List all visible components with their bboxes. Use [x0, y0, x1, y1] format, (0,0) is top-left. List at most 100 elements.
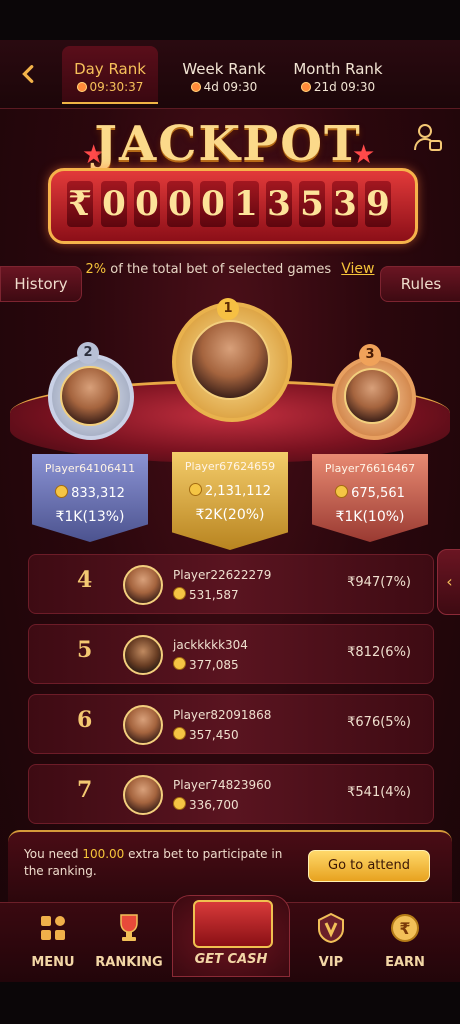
ranking-row[interactable]: 7 Player74823960 336,700 ₹541(4%) [28, 764, 434, 824]
rank-badge: 3 [359, 344, 381, 366]
currency-symbol: ₹ [67, 181, 93, 227]
player-name: Player67624659 [184, 460, 276, 473]
tab-label: Day Rank [74, 60, 146, 78]
bottom-nav: MENU RANKING GET CASH VIP ₹ EARN [0, 895, 460, 982]
player-prize: ₹676(5%) [347, 715, 411, 730]
chevron-left-icon [22, 65, 34, 83]
treasure-chest-icon [193, 900, 273, 948]
player-name: jackkkkk304 [173, 638, 248, 652]
tab-label: Month Rank [293, 60, 383, 78]
rank-badge: 2 [77, 342, 99, 364]
menu-grid-icon [41, 916, 65, 940]
nav-label: RANKING [95, 955, 163, 970]
notice-amount: 100.00 [82, 847, 125, 861]
jackpot-digit: 0 [167, 181, 193, 227]
app-frame: Day Rank 09:30:37 Week Rank 4d 09:30 Mon… [0, 40, 460, 982]
avatar [123, 775, 163, 815]
coin-icon [335, 485, 349, 498]
jackpot-counter: ₹ 0 0 0 0 1 3 5 3 9 [48, 168, 418, 244]
clock-icon [76, 82, 87, 92]
jackpot-digit: 1 [233, 181, 259, 227]
player-prize: ₹947(7%) [347, 575, 411, 590]
rank-badge: 1 [217, 298, 239, 320]
rules-button[interactable]: Rules [380, 266, 460, 302]
participation-notice: You need 100.00 extra bet to participate… [8, 830, 452, 902]
tab-month-rank[interactable]: Month Rank 21d 09:30 [286, 46, 390, 102]
nav-label: GET CASH [194, 952, 268, 967]
player-name: Player64106411 [44, 462, 136, 475]
player-prize: ₹1K(13%) [55, 509, 125, 525]
player-coins: 336,700 [173, 797, 239, 812]
coins-value: 833,312 [71, 486, 125, 501]
info-text: of the total bet of selected games [110, 262, 332, 277]
jackpot-title: JACKPOT [94, 116, 362, 172]
go-to-attend-button[interactable]: Go to attend [308, 850, 430, 882]
notice-prefix: You need [24, 847, 79, 861]
jackpot-digit: 0 [200, 181, 226, 227]
jackpot-digit: 9 [365, 181, 391, 227]
svg-text:₹: ₹ [399, 919, 410, 938]
player-coins: 675,561 [312, 485, 428, 501]
player-coins: 531,587 [173, 587, 239, 602]
podium-card-1[interactable]: Player67624659 2,131,112 ₹2K(20%) [172, 452, 288, 550]
jackpot-digit: 5 [299, 181, 325, 227]
player-name: Player74823960 [173, 778, 272, 792]
avatar [123, 705, 163, 745]
avatar [123, 635, 163, 675]
nav-vip[interactable]: VIP [296, 911, 366, 970]
player-name: Player76616467 [324, 462, 416, 475]
nav-earn[interactable]: ₹ EARN [370, 911, 440, 970]
player-prize: ₹812(6%) [347, 645, 411, 660]
vip-shield-icon [318, 912, 344, 944]
rank-tabs-bar: Day Rank 09:30:37 Week Rank 4d 09:30 Mon… [0, 40, 460, 109]
user-settings-icon[interactable] [412, 122, 444, 154]
tab-day-rank[interactable]: Day Rank 09:30:37 [62, 46, 158, 104]
timer-text: 21d 09:30 [313, 80, 376, 94]
nav-label: EARN [385, 955, 425, 970]
avatar [190, 320, 270, 400]
rank-number: 5 [77, 637, 93, 663]
timer-text: 4d 09:30 [203, 80, 258, 94]
player-prize: ₹1K(10%) [335, 509, 405, 525]
player-coins: 377,085 [173, 657, 239, 672]
ranking-row[interactable]: 5 jackkkkk304 377,085 ₹812(6%) [28, 624, 434, 684]
jackpot-digit: 0 [134, 181, 160, 227]
player-name: Player82091868 [173, 708, 272, 722]
coins-value: 336,700 [189, 798, 239, 812]
clock-icon [300, 82, 311, 92]
ranking-row[interactable]: 4 Player22622279 531,587 ₹947(7%) [28, 554, 434, 614]
coin-icon [188, 483, 202, 496]
coin-icon [173, 657, 186, 670]
tab-timer: 09:30:37 [62, 80, 158, 94]
podium-card-2[interactable]: Player64106411 833,312 ₹1K(13%) [32, 454, 148, 542]
view-link[interactable]: View [341, 261, 374, 277]
nav-get-cash[interactable]: GET CASH [172, 895, 290, 977]
coins-value: 531,587 [189, 588, 239, 602]
info-percent: 2% [85, 262, 107, 277]
tab-timer: 4d 09:30 [172, 80, 276, 94]
ranking-row[interactable]: 6 Player82091868 357,450 ₹676(5%) [28, 694, 434, 754]
rank-number: 6 [77, 707, 93, 733]
nav-menu[interactable]: MENU [18, 911, 88, 970]
side-drawer-tab[interactable]: ‹ [437, 549, 460, 615]
timer-text: 09:30:37 [89, 80, 144, 94]
nav-label: MENU [31, 955, 75, 970]
tab-week-rank[interactable]: Week Rank 4d 09:30 [172, 46, 276, 102]
tab-timer: 21d 09:30 [286, 80, 390, 94]
rank-number: 7 [77, 777, 93, 803]
podium-card-3[interactable]: Player76616467 675,561 ₹1K(10%) [312, 454, 428, 542]
history-button[interactable]: History [0, 266, 82, 302]
coin-icon [173, 587, 186, 600]
player-coins: 357,450 [173, 727, 239, 742]
back-button[interactable] [8, 52, 50, 96]
nav-ranking[interactable]: RANKING [94, 911, 164, 970]
coin-icon [55, 485, 69, 498]
player-name: Player22622279 [173, 568, 272, 582]
avatar [123, 565, 163, 605]
tab-label: Week Rank [182, 60, 266, 78]
player-prize: ₹2K(20%) [195, 507, 265, 523]
coins-value: 357,450 [189, 728, 239, 742]
clock-icon [190, 82, 201, 92]
coins-value: 675,561 [351, 486, 405, 501]
player-prize: ₹541(4%) [347, 785, 411, 800]
